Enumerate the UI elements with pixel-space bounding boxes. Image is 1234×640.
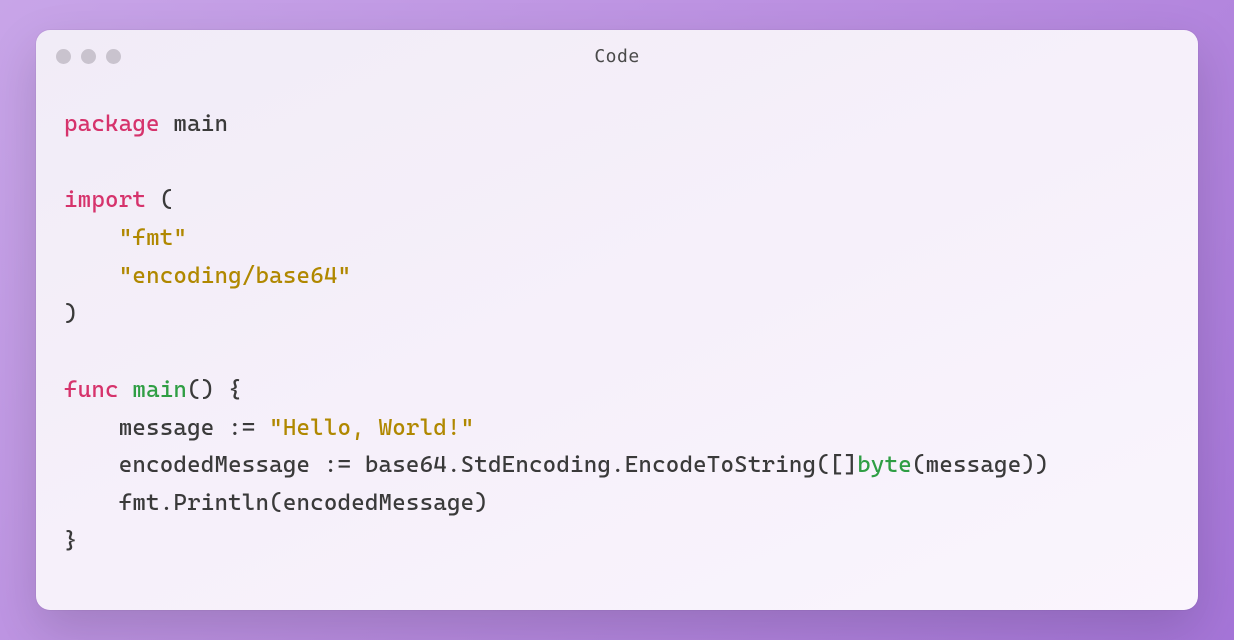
- paren-close: ): [64, 301, 78, 327]
- code-content: package main import ( "fmt" "encoding/ba…: [36, 82, 1198, 585]
- import-fmt: "fmt": [119, 225, 187, 251]
- string-hello: "Hello, World!": [269, 415, 474, 441]
- traffic-lights: [56, 49, 121, 64]
- line-println: fmt.Println(encodedMessage): [64, 490, 488, 516]
- minimize-icon[interactable]: [81, 49, 96, 64]
- close-icon[interactable]: [56, 49, 71, 64]
- func-main: main: [119, 377, 187, 403]
- brace-close: }: [64, 528, 78, 554]
- paren-open: (: [146, 187, 173, 213]
- import-base64: "encoding/base64": [119, 263, 352, 289]
- line-encoded-pre: encodedMessage := base64.StdEncoding.Enc…: [64, 452, 857, 478]
- maximize-icon[interactable]: [106, 49, 121, 64]
- titlebar: Code: [36, 30, 1198, 82]
- type-byte: byte: [857, 452, 912, 478]
- keyword-package: package: [64, 111, 160, 137]
- package-name: main: [160, 111, 228, 137]
- keyword-import: import: [64, 187, 146, 213]
- window-title: Code: [594, 46, 639, 67]
- line-message-pre: message :=: [64, 415, 269, 441]
- line-encoded-post: (message)): [912, 452, 1049, 478]
- keyword-func: func: [64, 377, 119, 403]
- func-signature: () {: [187, 377, 242, 403]
- code-window: Code package main import ( "fmt" "encodi…: [36, 30, 1198, 610]
